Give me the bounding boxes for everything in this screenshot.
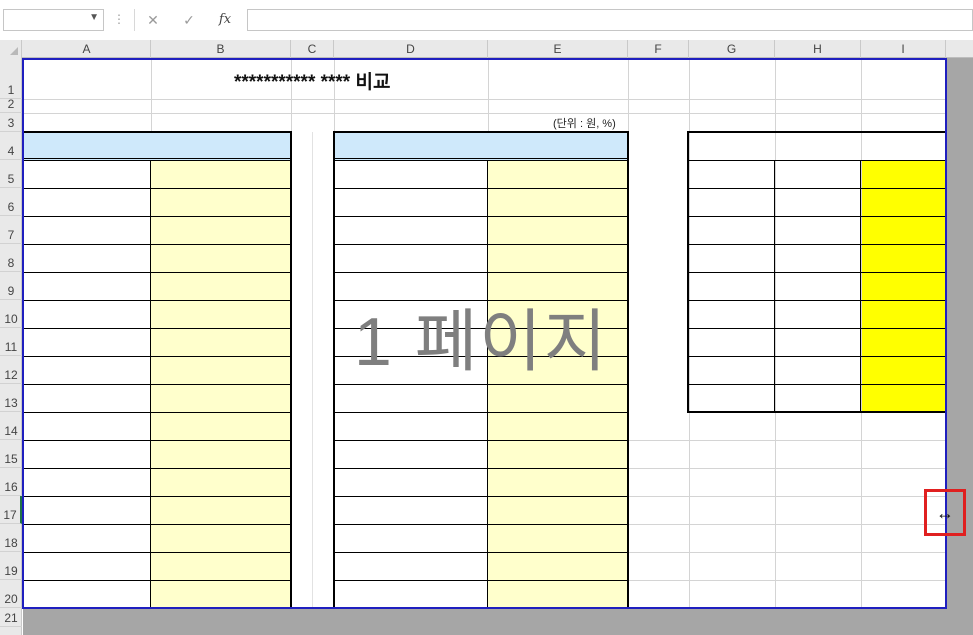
page-break-border[interactable] (22, 58, 947, 609)
chevron-down-icon[interactable]: ▼ (89, 12, 99, 23)
row-header-3[interactable]: 3 (0, 113, 22, 132)
name-box[interactable]: ▼ (3, 9, 104, 31)
column-header-i[interactable]: I (861, 40, 946, 58)
row-header-16[interactable]: 16 (0, 468, 22, 496)
row-header-4[interactable]: 4 (0, 132, 22, 160)
column-header-h[interactable]: H (775, 40, 861, 58)
row-header-15[interactable]: 15 (0, 440, 22, 468)
row-header-10[interactable]: 10 (0, 300, 22, 328)
insert-function-icon[interactable]: fx (213, 10, 237, 30)
row-header-21[interactable]: 21 (0, 608, 22, 627)
column-header-b[interactable]: B (151, 40, 291, 58)
column-header-c[interactable]: C (291, 40, 334, 58)
row-header-1[interactable]: 1 (0, 58, 22, 99)
column-header-g[interactable]: G (689, 40, 775, 58)
row-header-8[interactable]: 8 (0, 244, 22, 272)
row-header-14[interactable]: 14 (0, 412, 22, 440)
row-header-2[interactable]: 2 (0, 97, 22, 113)
non-print-area (946, 58, 973, 635)
resize-horizontal-cursor-icon: ↔ (936, 503, 954, 523)
row-header-13[interactable]: 13 (0, 384, 22, 412)
column-header-a[interactable]: A (23, 40, 151, 58)
column-header-f[interactable]: F (628, 40, 689, 58)
formula-input[interactable] (247, 9, 973, 31)
column-header-d[interactable]: D (334, 40, 488, 58)
non-print-area-bottom (23, 608, 973, 635)
row-header-5[interactable]: 5 (0, 160, 22, 188)
select-all-button[interactable] (0, 40, 22, 58)
select-all-icon (10, 47, 18, 55)
row-header-19[interactable]: 19 (0, 552, 22, 580)
row-header-6[interactable]: 6 (0, 188, 22, 216)
column-header-e[interactable]: E (488, 40, 628, 58)
row-header-12[interactable]: 12 (0, 356, 22, 384)
cancel-icon[interactable]: ✕ (141, 10, 165, 30)
column-header-filler (946, 40, 973, 58)
row-header-7[interactable]: 7 (0, 216, 22, 244)
enter-icon[interactable]: ✓ (177, 10, 201, 30)
row-header-17[interactable]: 17 (0, 496, 22, 524)
row-header-9[interactable]: 9 (0, 272, 22, 300)
row-header-18[interactable]: 18 (0, 524, 22, 552)
row-header-20[interactable]: 20 (0, 580, 22, 608)
row-header-11[interactable]: 11 (0, 328, 22, 356)
more-options-icon[interactable]: ⋮ (113, 12, 125, 26)
